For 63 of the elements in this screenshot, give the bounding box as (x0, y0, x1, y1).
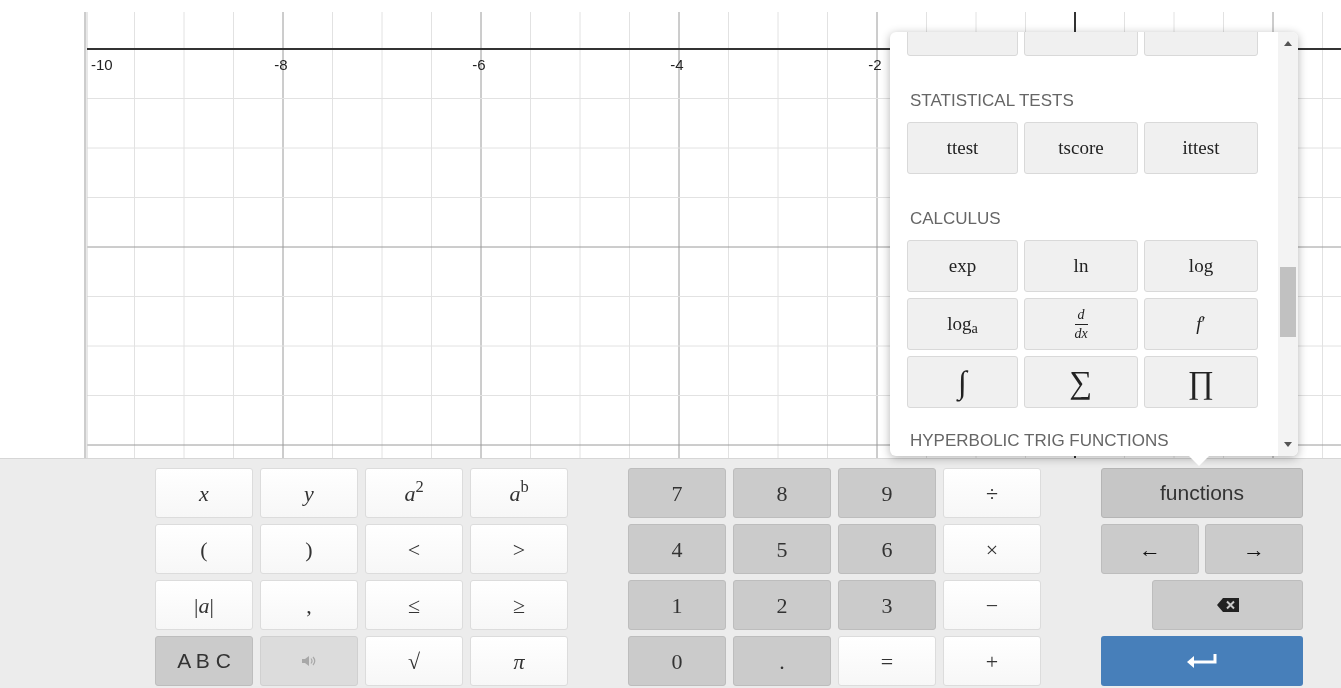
function-button[interactable]: ∑ (1024, 356, 1138, 408)
section-heading: STATISTICAL TESTS (910, 91, 1074, 111)
math-key[interactable]: . (733, 636, 831, 686)
math-key[interactable]: 0 (628, 636, 726, 686)
derivative-button[interactable]: d dx (1024, 298, 1138, 350)
backspace-icon (1216, 598, 1239, 612)
scrollbar[interactable] (1278, 32, 1298, 456)
section-heading: HYPERBOLIC TRIG FUNCTIONS (910, 431, 1169, 451)
math-key[interactable]: × (943, 524, 1041, 574)
math-key[interactable]: < (365, 524, 463, 574)
tick-label: -2 (868, 56, 882, 73)
math-key[interactable]: ≥ (470, 580, 568, 630)
function-button[interactable]: ∏ (1144, 356, 1258, 408)
math-key[interactable]: 3 (838, 580, 936, 630)
function-button[interactable]: ittest (1144, 122, 1258, 174)
tick-label: -8 (274, 56, 288, 73)
math-key[interactable]: √ (365, 636, 463, 686)
function-button[interactable]: f′ (1144, 298, 1258, 350)
math-key[interactable]: 4 (628, 524, 726, 574)
math-key[interactable]: y (260, 468, 358, 518)
tick-label: -10 (91, 56, 113, 73)
math-key[interactable]: > (470, 524, 568, 574)
function-button[interactable]: ttest (907, 122, 1018, 174)
math-key[interactable]: , (260, 580, 358, 630)
math-key[interactable]: 9 (838, 468, 936, 518)
scroll-down-icon (1284, 442, 1292, 447)
math-key[interactable]: 8 (733, 468, 831, 518)
math-key[interactable]: π (470, 636, 568, 686)
left-arrow-key[interactable]: ← (1101, 524, 1199, 574)
math-key[interactable]: a$^{2}$ (365, 468, 463, 518)
letters-key[interactable]: A B C (155, 636, 253, 686)
math-key[interactable]: ) (260, 524, 358, 574)
right-arrow-key[interactable]: → (1205, 524, 1303, 574)
function-button[interactable]: log$_{a}$ (907, 298, 1018, 350)
math-key[interactable]: ( (155, 524, 253, 574)
math-key[interactable]: 5 (733, 524, 831, 574)
function-button[interactable]: ∫ (907, 356, 1018, 408)
speaker-icon (301, 655, 317, 667)
function-button[interactable]: log (1144, 240, 1258, 292)
math-key[interactable]: |a| (155, 580, 253, 630)
section-heading: CALCULUS (910, 209, 1001, 229)
math-key[interactable]: 2 (733, 580, 831, 630)
math-key[interactable]: 1 (628, 580, 726, 630)
enter-key[interactable] (1101, 636, 1303, 686)
scrollbar-thumb[interactable] (1280, 267, 1296, 337)
return-icon (1186, 653, 1218, 669)
tick-label: -6 (472, 56, 486, 73)
scroll-up-icon (1284, 41, 1292, 46)
math-key[interactable]: 6 (838, 524, 936, 574)
math-key[interactable]: − (943, 580, 1041, 630)
math-key[interactable]: + (943, 636, 1041, 686)
backspace-key[interactable] (1152, 580, 1303, 630)
function-button[interactable]: exp (907, 240, 1018, 292)
math-key[interactable]: = (838, 636, 936, 686)
function-button[interactable]: ln (1024, 240, 1138, 292)
functions-button[interactable]: functions (1101, 468, 1303, 518)
math-key[interactable]: x (155, 468, 253, 518)
tick-label: -4 (670, 56, 684, 73)
function-button[interactable]: tscore (1024, 122, 1138, 174)
math-key[interactable]: a$^{b}$ (470, 468, 568, 518)
math-key[interactable]: ÷ (943, 468, 1041, 518)
math-key[interactable]: ≤ (365, 580, 463, 630)
math-key[interactable]: 7 (628, 468, 726, 518)
